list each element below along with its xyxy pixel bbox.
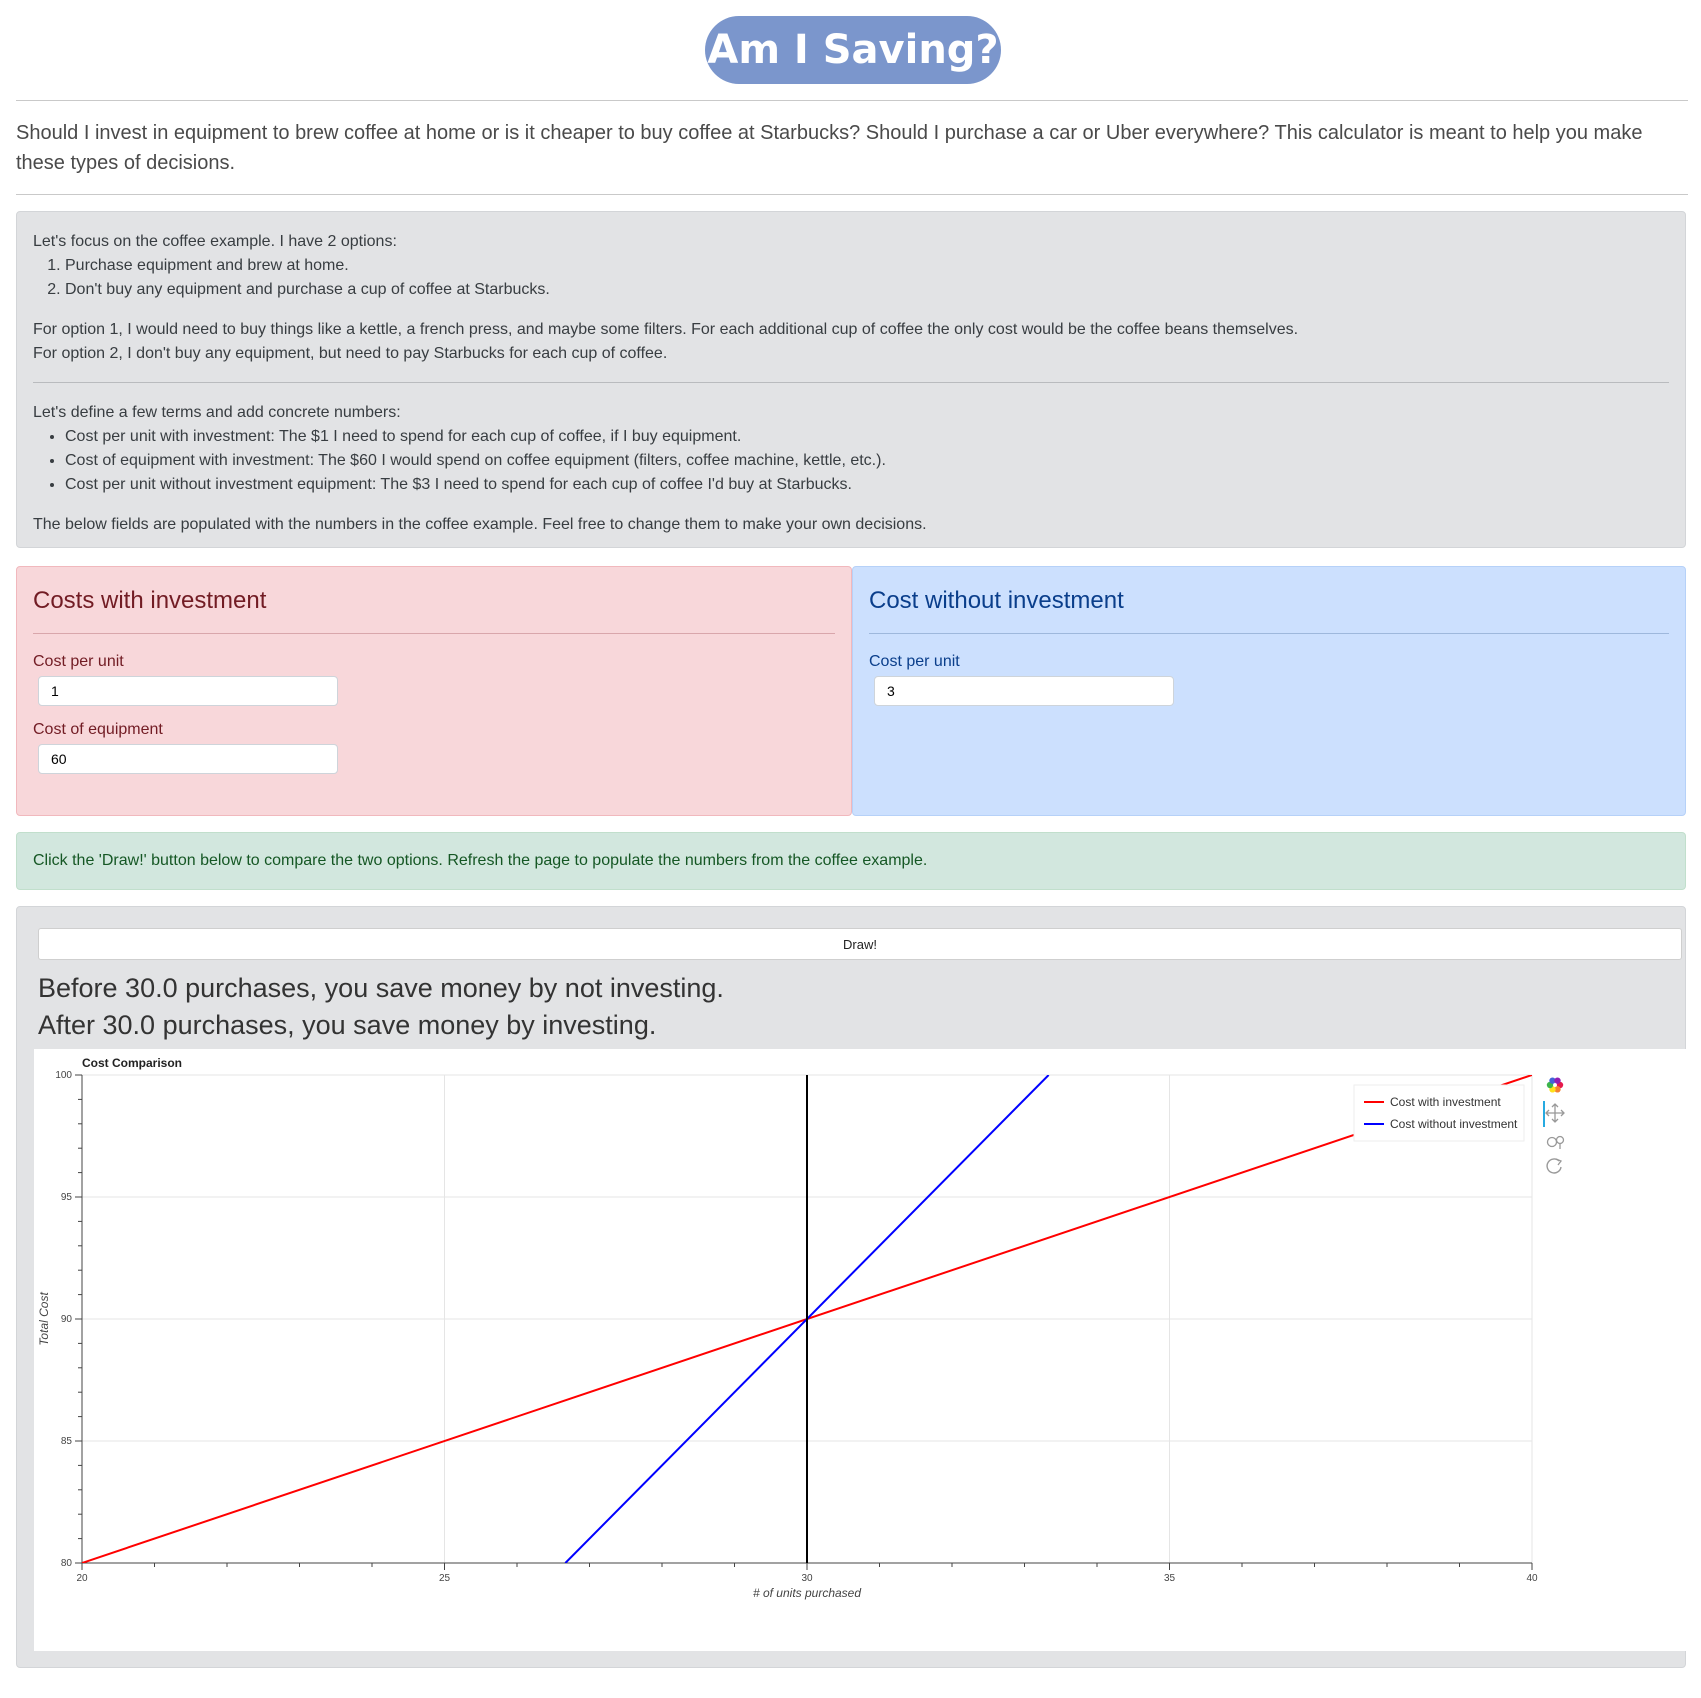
x-tick-label: 35: [1164, 1573, 1176, 1584]
chart-title: Cost Comparison: [82, 1056, 182, 1070]
equipment-cost-input[interactable]: [38, 744, 338, 774]
y-tick-label: 80: [61, 1558, 73, 1569]
legend-box: [1353, 1084, 1525, 1142]
option1-detail: For option 1, I would need to buy things…: [33, 321, 1299, 338]
term-item: Cost per unit without investment equipme…: [65, 473, 1669, 497]
fields-note: The below fields are populated with the …: [33, 516, 927, 533]
explainer-box: Let's focus on the coffee example. I hav…: [16, 211, 1686, 548]
equipment-cost-label: Cost of equipment: [33, 721, 163, 738]
pan-icon[interactable]: [1545, 1103, 1565, 1123]
page: Am I Saving? Should I invest in equipmen…: [0, 0, 1701, 1698]
without-investment-panel: Cost without investment Cost per unit: [852, 566, 1686, 816]
x-tick-label: 30: [801, 1573, 813, 1584]
without-cost-per-unit-label: Cost per unit: [869, 653, 960, 670]
options-list: Purchase equipment and brew at home. Don…: [33, 254, 1669, 302]
explainer-opening: Let's focus on the coffee example. I hav…: [33, 233, 397, 250]
y-tick-label: 85: [61, 1436, 73, 1447]
x-tick-label: 40: [1526, 1573, 1538, 1584]
with-cost-per-unit-input[interactable]: [38, 676, 338, 706]
x-tick-label: 20: [76, 1573, 88, 1584]
panel-divider: [33, 633, 835, 634]
reset-icon[interactable]: [1546, 1158, 1562, 1174]
chart-svg: 20 25 30 35 40 80 85 90 95 100 Cost Comparison # of…: [37, 1056, 1565, 1600]
with-cost-per-unit-label: Cost per unit: [33, 653, 124, 670]
terms-intro: Let's define a few terms and add concret…: [33, 404, 401, 421]
header-divider: [16, 100, 1688, 101]
result-after: After 30.0 purchases, you save money by …: [38, 1010, 657, 1040]
with-investment-panel: Costs with investment Cost per unit Cost…: [16, 566, 852, 816]
option-item: Purchase equipment and brew at home.: [65, 254, 1669, 278]
wheel-zoom-icon-lens: [1555, 1135, 1565, 1145]
reset-icon-arrow: [1555, 1158, 1563, 1166]
terms-list: Cost per unit with investment: The $1 I …: [33, 425, 1669, 497]
option2-detail: For option 2, I don't buy any equipment,…: [33, 345, 668, 362]
x-tick-label: 25: [439, 1573, 451, 1584]
cost-chart[interactable]: 20 25 30 35 40 80 85 90 95 100 Cost Comparison # of…: [34, 1049, 1686, 1651]
y-tick-label: 95: [61, 1192, 73, 1203]
legend-label: Cost without investment: [1390, 1117, 1518, 1131]
panel-divider: [869, 633, 1669, 634]
without-cost-per-unit-input[interactable]: [874, 676, 1174, 706]
intro-divider: [16, 194, 1688, 195]
page-title: Am I Saving?: [705, 16, 1001, 84]
y-tick-label: 90: [61, 1314, 73, 1325]
x-axis-label: # of units purchased: [753, 1586, 861, 1600]
result-before: Before 30.0 purchases, you save money by…: [38, 973, 724, 1003]
y-tick-label: 100: [55, 1070, 72, 1081]
draw-button[interactable]: Draw!: [38, 928, 1682, 960]
bokeh-logo-icon: [1554, 1077, 1561, 1084]
term-item: Cost per unit with investment: The $1 I …: [65, 425, 1669, 449]
y-axis-label: Total Cost: [37, 1292, 51, 1346]
with-investment-heading: Costs with investment: [33, 587, 267, 614]
explainer-divider: [33, 382, 1669, 383]
legend-label: Cost with investment: [1390, 1095, 1501, 1109]
intro-text: Should I invest in equipment to brew cof…: [16, 122, 1643, 174]
wheel-zoom-icon[interactable]: [1546, 1136, 1558, 1148]
draw-hint: Click the 'Draw!' button below to compar…: [16, 832, 1686, 890]
without-investment-heading: Cost without investment: [869, 587, 1124, 614]
term-item: Cost of equipment with investment: The $…: [65, 449, 1669, 473]
option-item: Don't buy any equipment and purchase a c…: [65, 278, 1669, 302]
results-box: Draw! Before 30.0 purchases, you save mo…: [16, 906, 1686, 1668]
